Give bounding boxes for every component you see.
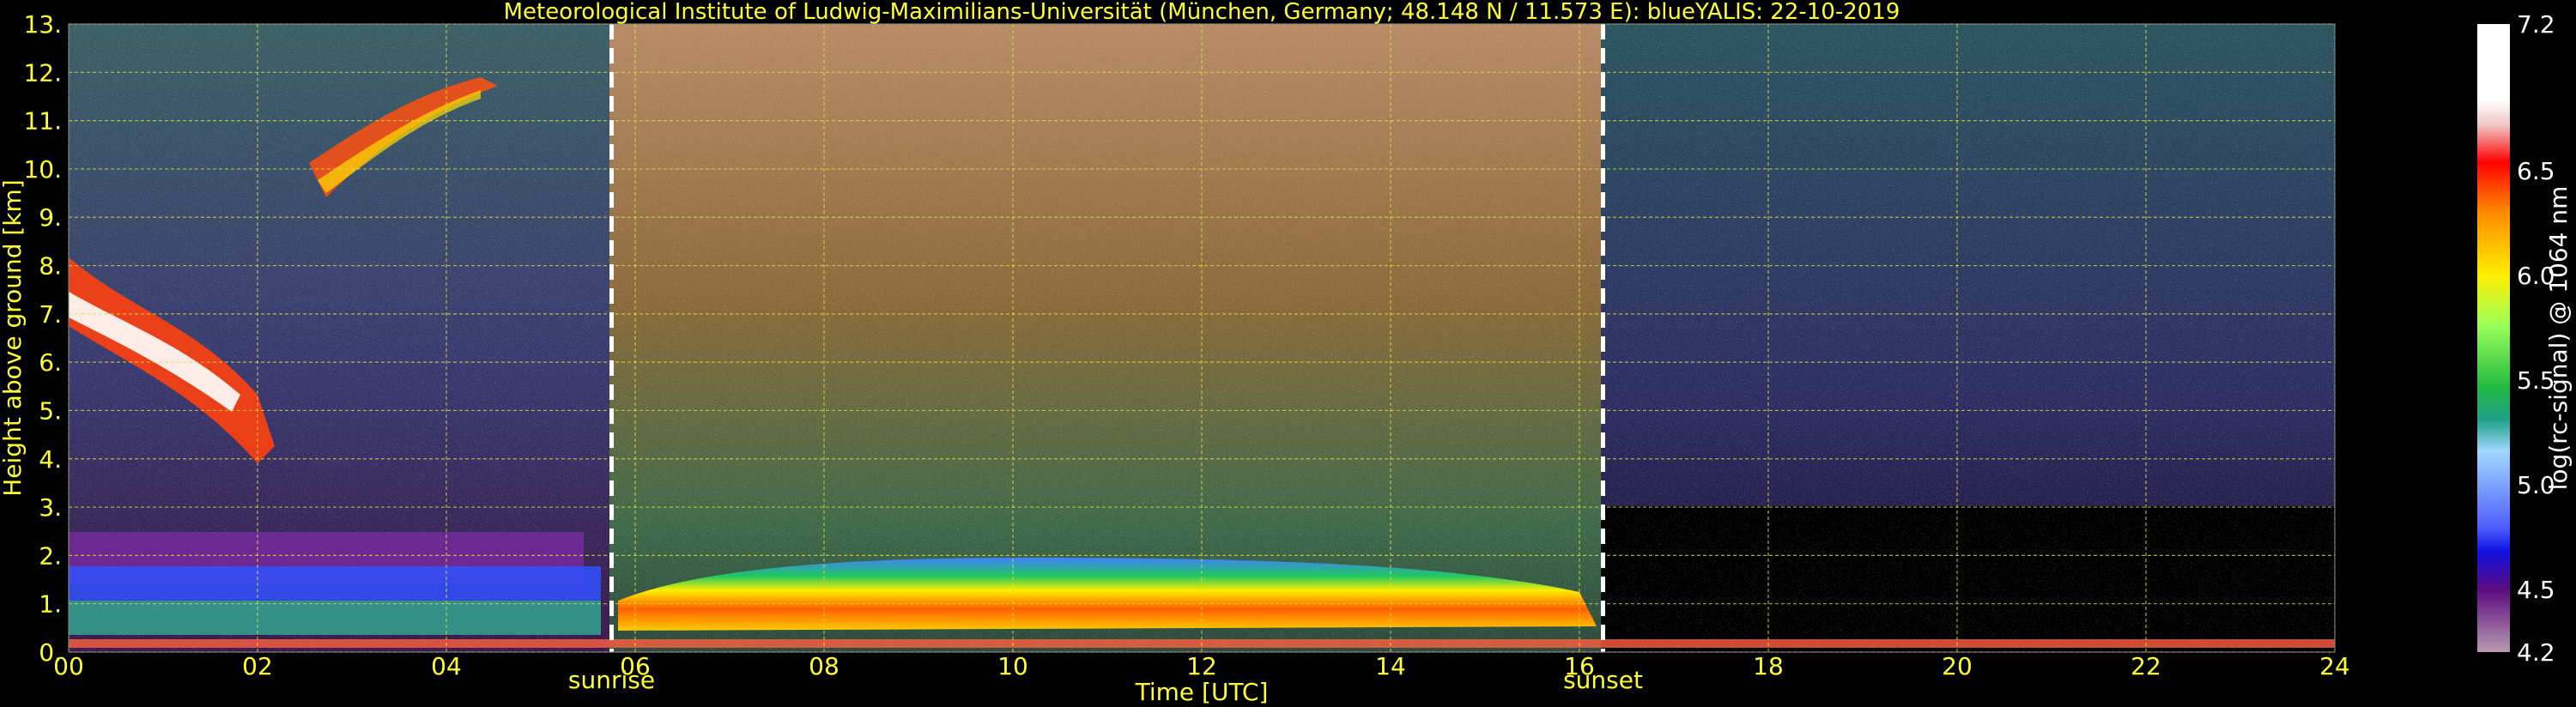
x-tick-label: 22 [2131,652,2161,680]
x-tick-label: 18 [1753,652,1784,680]
x-tick-label: 20 [1942,652,1973,680]
y-tick-label: 8. [39,252,62,281]
x-tick-label: 24 [2319,652,2350,680]
y-tick-label: 7. [39,300,62,329]
colorbar-tick-label: 4.5 [2517,576,2555,604]
colorbar-tick-label: 6.5 [2517,157,2555,185]
y-axis: 0. 1. 2. 3. 4. 5. 6. 7. 8. 9. 10. 11. 12. 13. [23,10,62,667]
x-tick-label: 10 [997,652,1028,680]
x-tick-label: 08 [809,652,839,680]
y-tick-label: 9. [39,203,62,232]
residual-layer-blue [69,566,601,601]
x-axis: 00 02 04 06 08 10 12 14 16 18 20 22 24 [53,652,2350,680]
colorbar-tick-label: 4.2 [2517,638,2555,667]
y-tick-label: 12. [23,58,62,87]
colorbar-label: log(rc-signal) @ 1064 nm [2544,186,2573,491]
x-tick-label: 04 [431,652,462,680]
x-axis-label: Time [UTC] [1135,678,1269,706]
x-tick-label: 12 [1186,652,1217,680]
x-tick-label: 02 [242,652,273,680]
y-tick-label: 11. [23,107,62,136]
y-tick-label: 13. [23,10,62,39]
surface-layer-night [69,601,601,635]
x-tick-label: 16 [1564,652,1595,680]
lidar-chart: sunrise sunset 00 02 04 06 08 10 12 14 16 18 20 22 24… [0,0,2573,706]
y-tick-label: 6. [39,348,62,377]
y-tick-label: 2. [39,541,62,570]
y-tick-label: 1. [39,590,62,619]
y-tick-label: 0. [39,638,62,667]
y-tick-label: 4. [39,445,62,474]
colorbar-scale [2477,24,2510,652]
y-tick-label: 5. [39,396,62,425]
x-tick-label: 14 [1375,652,1406,680]
x-tick-label: 06 [620,652,651,680]
chart-title: Meteorological Institute of Ludwig-Maxim… [504,0,1900,25]
colorbar-tick-label: 7.2 [2517,10,2555,39]
y-tick-label: 10. [23,155,62,184]
y-axis-label: Height above ground [km] [0,179,27,497]
colorbar: 7.26.56.05.55.04.54.2 log(rc-signal) @ 1… [2477,10,2573,667]
y-tick-label: 3. [39,493,62,522]
